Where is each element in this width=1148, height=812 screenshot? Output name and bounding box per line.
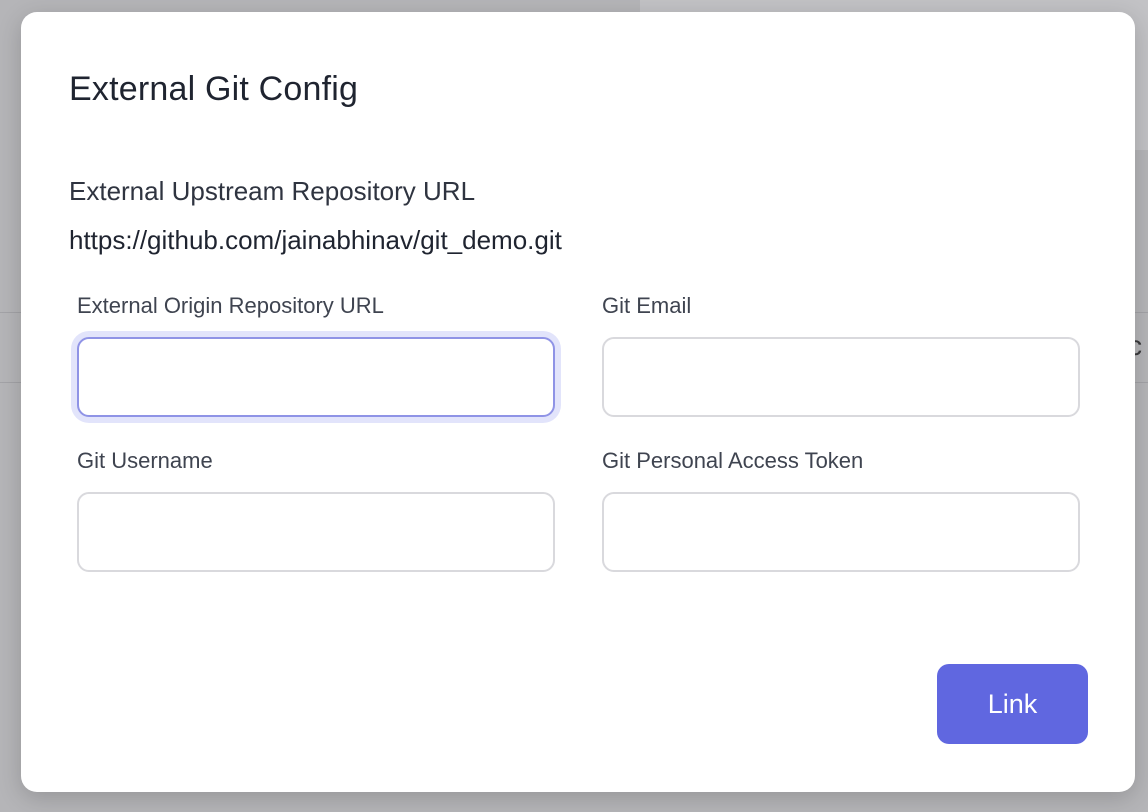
git-email-label: Git Email (602, 293, 692, 318)
upstream-url-value: https://github.com/jainabhinav/git_demo.… (69, 225, 562, 255)
git-email-field: Git Email (602, 293, 1080, 417)
upstream-url-label: External Upstream Repository URL (69, 176, 476, 206)
origin-url-input[interactable] (77, 337, 555, 417)
link-button[interactable]: Link (937, 664, 1088, 744)
dialog-title: External Git Config (69, 70, 359, 108)
git-username-input[interactable] (77, 492, 555, 572)
git-username-label: Git Username (77, 448, 213, 473)
git-token-field: Git Personal Access Token (602, 448, 1080, 572)
git-email-input[interactable] (602, 337, 1080, 417)
origin-url-field: External Origin Repository URL (77, 293, 555, 417)
git-token-label: Git Personal Access Token (602, 448, 864, 473)
git-token-input[interactable] (602, 492, 1080, 572)
external-git-config-dialog: External Git Config External Upstream Re… (21, 12, 1135, 792)
origin-url-label: External Origin Repository URL (77, 293, 384, 318)
git-username-field: Git Username (77, 448, 555, 572)
